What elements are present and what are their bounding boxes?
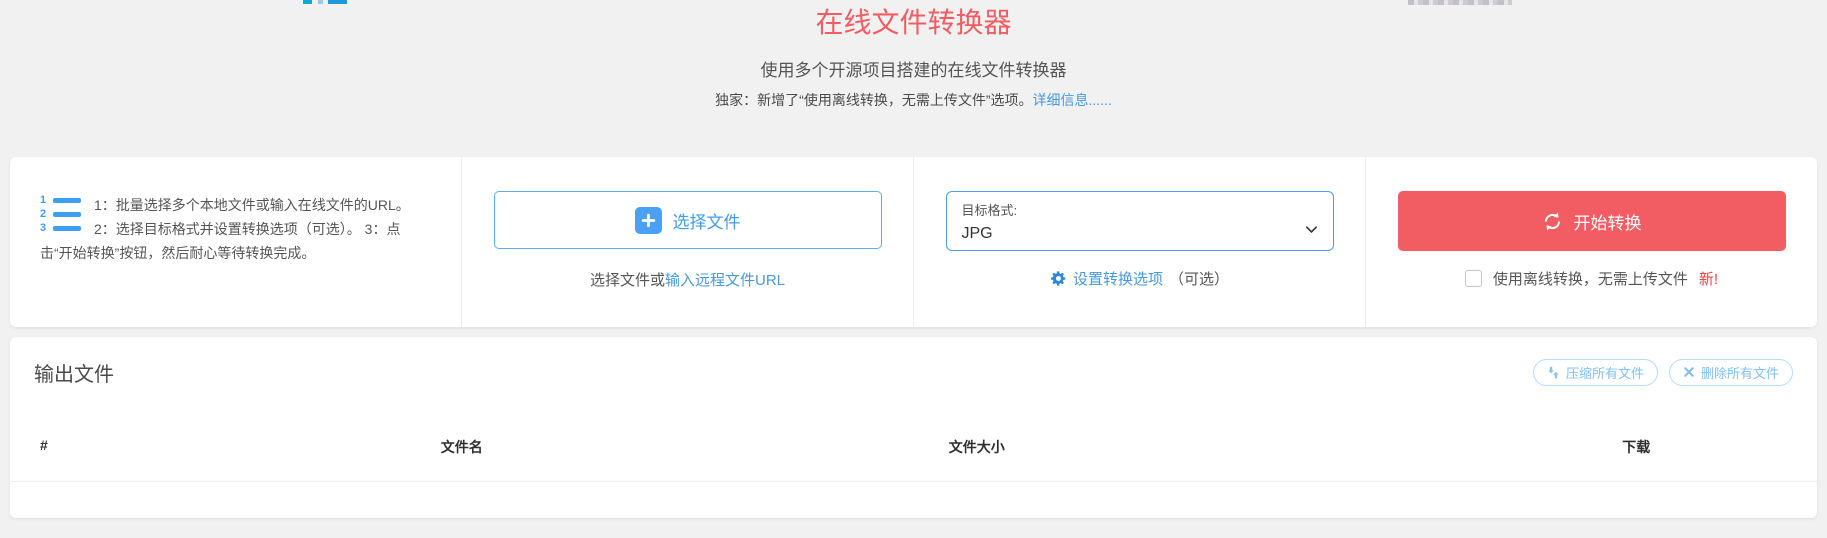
conversion-options-line: 设置转换选项 （可选） bbox=[1050, 268, 1229, 289]
output-table-header: # 文件名 文件大小 下载 bbox=[10, 437, 1817, 482]
gear-icon bbox=[1050, 270, 1067, 287]
output-headbar: 输出文件 压缩所有文件 删除所有文件 bbox=[10, 337, 1817, 393]
page-subtitle: 使用多个开源项目搭建的在线文件转换器 bbox=[760, 60, 1067, 80]
offline-checkbox[interactable] bbox=[1464, 270, 1482, 287]
target-format-label: 目标格式: bbox=[961, 203, 1018, 218]
column-header-index: # bbox=[40, 437, 48, 453]
target-format-select[interactable]: 目标格式: JPG bbox=[945, 191, 1334, 251]
start-convert-button[interactable]: 开始转换 bbox=[1397, 191, 1786, 251]
instructions-column: 1 2 3 1：批量选择多个本地文件或输入在线文件的URL。 2：选择目标格式并… bbox=[10, 157, 461, 327]
delete-all-label: 删除所有文件 bbox=[1700, 365, 1779, 381]
plus-icon bbox=[634, 206, 662, 234]
ordered-list-icon: 1 2 3 bbox=[40, 195, 84, 237]
instructions-text-block: 1 2 3 1：批量选择多个本地文件或输入在线文件的URL。 2：选择目标格式并… bbox=[10, 191, 461, 265]
instructions-text: 1：批量选择多个本地文件或输入在线文件的URL。 2：选择目标格式并设置转换选项… bbox=[40, 197, 410, 261]
page-title: 在线文件转换器 bbox=[815, 7, 1012, 38]
column-header-filesize: 文件大小 bbox=[948, 439, 1005, 455]
close-icon bbox=[1683, 366, 1695, 378]
compress-all-label: 压缩所有文件 bbox=[1565, 365, 1644, 381]
refresh-icon bbox=[1542, 211, 1563, 232]
chevron-down-icon bbox=[1304, 222, 1319, 237]
remote-url-link[interactable]: 输入远程文件URL bbox=[665, 272, 785, 289]
output-card: 输出文件 压缩所有文件 删除所有文件 # 文件名 文件大小 下载 bbox=[10, 337, 1817, 518]
output-actions: 压缩所有文件 删除所有文件 bbox=[1532, 358, 1793, 386]
column-header-download: 下载 bbox=[1622, 439, 1651, 455]
offline-option-line: 使用离线转换，无需上传文件 新! bbox=[1464, 268, 1719, 289]
page-header: 在线文件转换器 使用多个开源项目搭建的在线文件转换器 独家：新增了“使用离线转换… bbox=[0, 0, 1827, 110]
options-note: （可选） bbox=[1169, 271, 1230, 288]
start-convert-label: 开始转换 bbox=[1573, 213, 1642, 233]
choose-file-button[interactable]: 选择文件 bbox=[493, 191, 882, 249]
compress-all-button[interactable]: 压缩所有文件 bbox=[1532, 358, 1658, 386]
format-column: 目标格式: JPG 设置转换选项 （可选） bbox=[913, 157, 1365, 327]
promo-text: 独家：新增了“使用离线转换，无需上传文件”选项。 bbox=[715, 91, 1033, 108]
converter-card: 1 2 3 1：批量选择多个本地文件或输入在线文件的URL。 2：选择目标格式并… bbox=[10, 157, 1817, 327]
file-hint: 选择文件或输入远程文件URL bbox=[589, 272, 786, 289]
new-badge: 新! bbox=[1698, 271, 1719, 288]
set-options-link[interactable]: 设置转换选项 bbox=[1073, 268, 1163, 289]
column-header-spacer bbox=[1130, 437, 1455, 457]
choose-file-label: 选择文件 bbox=[672, 212, 741, 232]
output-title: 输出文件 bbox=[34, 363, 114, 386]
offline-label: 使用离线转换，无需上传文件 bbox=[1492, 271, 1688, 288]
promo-line: 独家：新增了“使用离线转换，无需上传文件”选项。详细信息...... bbox=[0, 90, 1827, 110]
compress-icon bbox=[1547, 366, 1560, 379]
target-format-value: JPG bbox=[961, 225, 993, 242]
delete-all-button[interactable]: 删除所有文件 bbox=[1668, 358, 1793, 386]
choose-file-column: 选择文件 选择文件或输入远程文件URL bbox=[461, 157, 913, 327]
convert-column: 开始转换 使用离线转换，无需上传文件 新! bbox=[1365, 157, 1817, 327]
promo-details-link[interactable]: 详细信息...... bbox=[1032, 92, 1111, 108]
column-header-filename: 文件名 bbox=[440, 439, 483, 455]
